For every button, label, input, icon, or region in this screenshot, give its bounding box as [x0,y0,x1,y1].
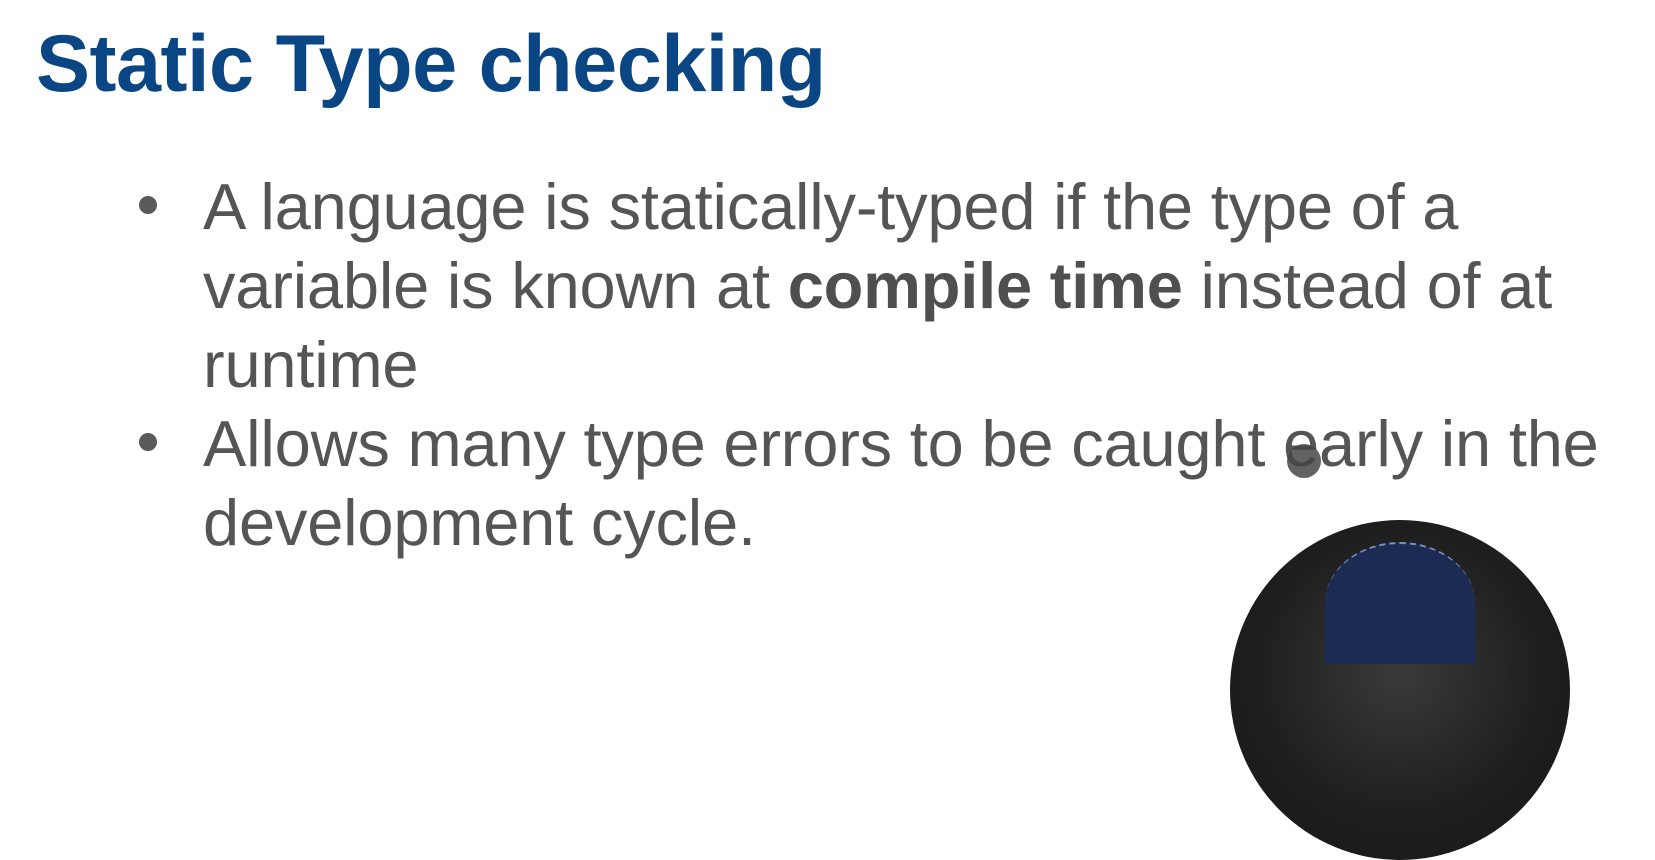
bullet-text: A language is statically-typed if the ty… [203,167,1655,404]
presenter-webcam [1230,520,1570,860]
bullet-text-emphasis: compile time [787,249,1183,322]
bullet-dot-icon [139,433,157,451]
bullet-dot-icon [139,196,157,214]
slide-title: Static Type checking [36,19,826,109]
presenter-shirt [1325,542,1475,664]
text-cursor-icon [1287,444,1321,478]
bullet-list: A language is statically-typed if the ty… [0,167,1655,562]
bullet-item-static-typing: A language is statically-typed if the ty… [0,167,1655,404]
